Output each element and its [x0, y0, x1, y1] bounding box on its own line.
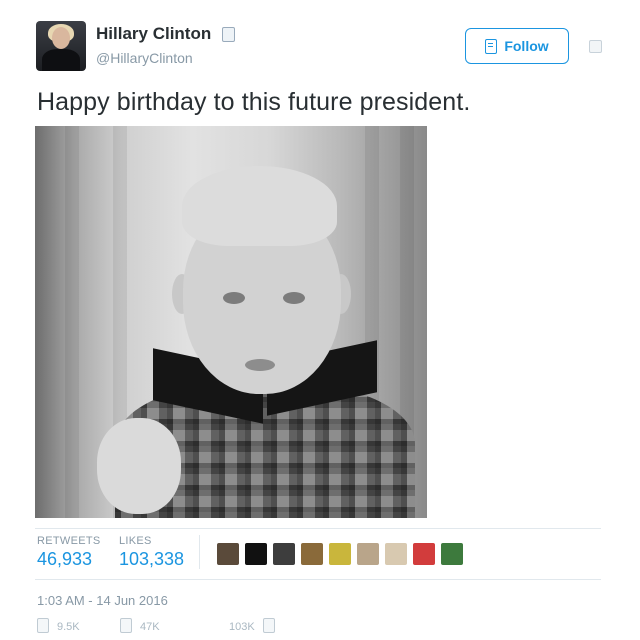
photo-eye-right — [283, 292, 305, 304]
verified-icon — [222, 27, 235, 42]
liker-avatar[interactable] — [357, 543, 379, 565]
like-icon — [262, 618, 275, 633]
follow-button[interactable]: Follow — [465, 28, 569, 64]
liker-avatar[interactable] — [441, 543, 463, 565]
liker-avatar[interactable] — [329, 543, 351, 565]
tweet-photo[interactable] — [35, 126, 427, 518]
likers-avatars — [217, 543, 463, 565]
liker-avatar[interactable] — [217, 543, 239, 565]
follow-user-icon — [485, 38, 498, 54]
profile-handle[interactable]: @HillaryClinton — [96, 50, 193, 66]
liker-avatar[interactable] — [385, 543, 407, 565]
reply-icon — [37, 618, 49, 633]
reply-count: 9.5K — [57, 621, 80, 633]
likes-label: LIKES — [119, 535, 152, 547]
photo-child-hair — [182, 166, 337, 246]
photo-mouth — [245, 359, 275, 371]
liker-avatar[interactable] — [413, 543, 435, 565]
like-action[interactable]: 103K — [229, 618, 275, 633]
retweet-count: 47K — [140, 621, 160, 633]
curtain-fold — [65, 126, 79, 518]
avatar-face — [52, 27, 70, 49]
stats-separator — [199, 535, 200, 569]
liker-avatar[interactable] — [245, 543, 267, 565]
liker-avatar[interactable] — [273, 543, 295, 565]
follow-button-label: Follow — [504, 38, 549, 54]
retweet-action[interactable]: 47K — [120, 618, 160, 633]
like-count: 103K — [229, 621, 255, 633]
profile-name[interactable]: Hillary Clinton — [96, 24, 211, 44]
likes-count[interactable]: 103,338 — [119, 549, 184, 570]
retweet-icon — [120, 618, 132, 633]
liker-avatar[interactable] — [301, 543, 323, 565]
stats-divider-bottom — [35, 579, 601, 580]
profile-avatar[interactable] — [36, 21, 86, 71]
retweets-label: RETWEETS — [37, 535, 101, 547]
photo-clasped-hands — [97, 418, 181, 514]
more-options-icon[interactable] — [589, 40, 602, 53]
avatar-body — [42, 49, 80, 71]
retweets-count[interactable]: 46,933 — [37, 549, 92, 570]
tweet-text: Happy birthday to this future president. — [37, 88, 471, 116]
reply-action[interactable]: 9.5K — [37, 618, 80, 633]
stats-divider-top — [35, 528, 601, 529]
photo-eye-left — [223, 292, 245, 304]
tweet-timestamp[interactable]: 1:03 AM - 14 Jun 2016 — [37, 593, 168, 608]
